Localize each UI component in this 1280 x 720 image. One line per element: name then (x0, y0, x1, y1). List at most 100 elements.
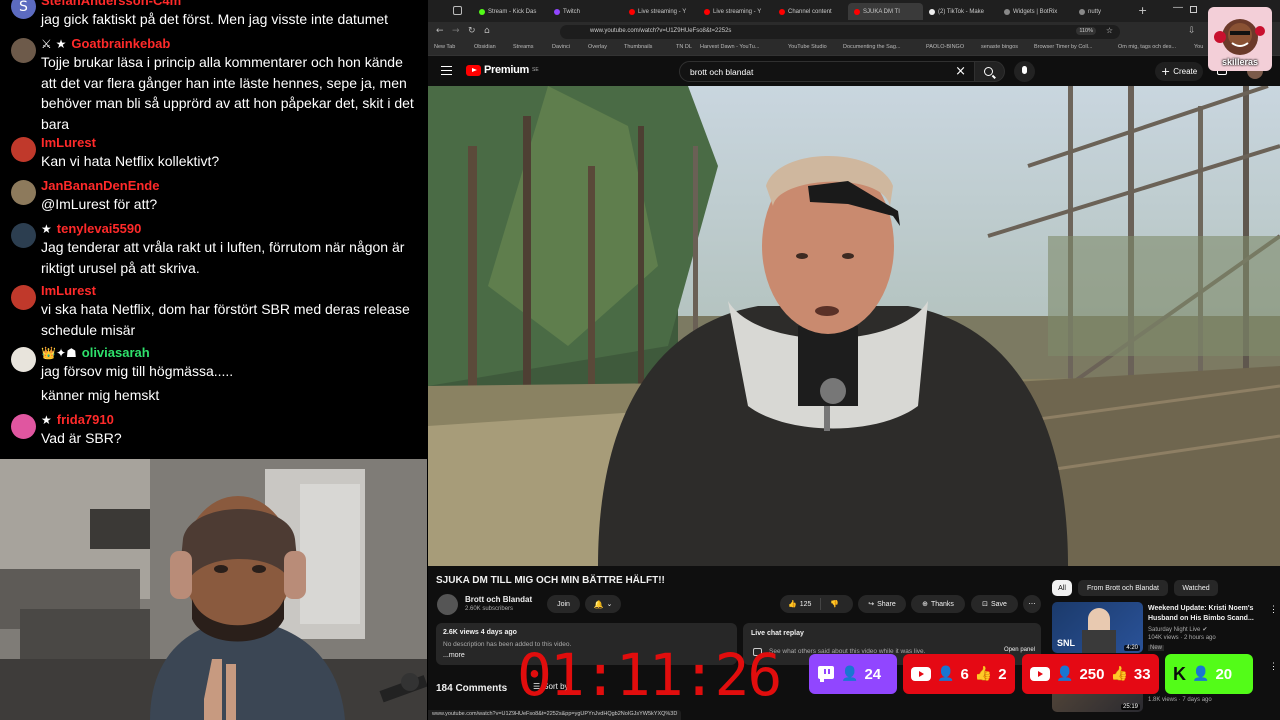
bookmark-item[interactable]: Harvest Dawn - YouTu... (700, 44, 759, 50)
tab-search-icon[interactable] (453, 6, 462, 15)
open-panel-button[interactable]: Open panel (1004, 647, 1035, 653)
chat-badges: 👑✦☗ (41, 346, 77, 360)
dislike-button[interactable]: 👎 (824, 600, 839, 608)
profile-name: skilleras (1221, 57, 1259, 67)
more-icon: ⋯ (1028, 601, 1036, 608)
join-button[interactable]: Join (547, 595, 580, 613)
save-button[interactable]: ⊡ Save (971, 595, 1018, 613)
browser-tab[interactable]: Channel content (773, 3, 848, 20)
recommended-video[interactable]: SNL 4:20 Weekend Update: Kristi Noem's H… (1052, 602, 1280, 654)
youtube-icon (911, 667, 931, 681)
bookmark-item[interactable]: Browser Timer by Coll... (1034, 44, 1092, 50)
chat-username[interactable]: JanBananDenEnde (41, 178, 159, 194)
bookmark-item[interactable]: PAOLO-BINGO (926, 44, 964, 50)
reload-icon[interactable]: ↻ (468, 26, 476, 36)
more-actions-button[interactable]: ⋯ (1023, 595, 1041, 613)
search-input[interactable]: brott och blandat × (679, 61, 975, 82)
verified-icon: ✔ (1202, 626, 1208, 633)
chip-from-channel[interactable]: From Brott och Blandat (1078, 580, 1168, 596)
browser-tab[interactable]: Twitch (548, 3, 623, 20)
thanks-button[interactable]: ⊕ Thanks (911, 595, 965, 613)
new-tab-icon[interactable]: + (1138, 4, 1147, 17)
bookmark-item[interactable]: You (1194, 44, 1203, 50)
chat-username[interactable]: oliviasarah (82, 345, 150, 361)
chat-message-text: vi ska hata Netflix, dom har förstört SB… (41, 301, 410, 338)
viewer-count: 24 (864, 665, 882, 683)
chat-username[interactable]: tenylevai5590 (57, 221, 142, 237)
like-count: 2 (998, 665, 1007, 683)
recommended-meta: 1.8K views · 7 days ago (1148, 697, 1212, 703)
minimize-icon[interactable]: — (1173, 2, 1183, 13)
chat-username[interactable]: ImLurest (41, 135, 96, 151)
chip-watched[interactable]: Watched (1174, 580, 1218, 596)
youtube-logo[interactable]: Premium SE (466, 64, 539, 76)
bookmark-item[interactable]: YouTube Studio (788, 44, 827, 50)
bookmark-item[interactable]: New Tab (434, 44, 455, 50)
search-value: brott och blandat (690, 67, 754, 77)
viewer-count: 20 (1215, 665, 1233, 683)
youtube-viewer-stat: 👤 250 👍 33 (1022, 654, 1159, 694)
logo-text: Premium (484, 64, 529, 76)
bookmark-item[interactable]: senaste bingos (981, 44, 1018, 50)
browser-tab[interactable]: Live streaming - Y (623, 3, 698, 20)
browser-tab-active[interactable]: SJUKA DM TI (848, 3, 923, 20)
twitch-icon (817, 665, 835, 683)
video-frame (428, 86, 1280, 566)
browser-tab[interactable]: Stream - Kick Das (473, 3, 548, 20)
viewer-count: 6 (960, 665, 969, 683)
back-icon[interactable]: ← (436, 26, 444, 36)
chat-message-text: Tojje brukar läsa i princip alla komment… (41, 54, 414, 132)
recommended-more-icon[interactable]: ⋮ (1269, 661, 1278, 672)
microphone-icon (1022, 66, 1027, 74)
youtube-header: Premium SE brott och blandat × + Create (428, 57, 1280, 86)
bookmark-item[interactable]: Overlay (588, 44, 607, 50)
chip-all[interactable]: All (1052, 580, 1072, 596)
home-icon[interactable]: ⌂ (484, 26, 490, 36)
zoom-level[interactable]: 110% (1076, 27, 1096, 35)
voice-search-button[interactable] (1014, 61, 1035, 82)
bookmark-item[interactable]: Documenting the Sag... (843, 44, 900, 50)
viewers-icon: 👤 (937, 666, 955, 682)
video-player[interactable] (428, 86, 1280, 566)
menu-icon[interactable] (441, 66, 452, 75)
bookmark-item[interactable]: TN DL (676, 44, 692, 50)
avatar (11, 137, 36, 162)
webcam-feed (0, 459, 427, 720)
create-button[interactable]: + Create (1155, 62, 1204, 81)
recommended-more-icon[interactable]: ⋮ (1269, 604, 1278, 615)
live-chat-replay-title: Live chat replay (751, 630, 804, 637)
browser-tab[interactable]: Live streaming - Y (698, 3, 773, 20)
bookmark-item[interactable]: Thumbnails (624, 44, 652, 50)
bookmark-item[interactable]: Davinci (552, 44, 570, 50)
share-button[interactable]: ↪ Share (858, 595, 906, 613)
bookmark-star-icon[interactable]: ☆ (1106, 26, 1113, 35)
maximize-icon[interactable] (1190, 6, 1197, 13)
chat-username[interactable]: Goatbrainkebab (71, 36, 170, 52)
screen: S StefanAndersson-C4m jag gick faktiskt … (0, 0, 1280, 720)
browser-tab[interactable]: Widgets | BotRix (998, 3, 1073, 20)
bookmark-item[interactable]: Om mig, tags och des... (1118, 44, 1176, 50)
chat-badges: ★ (41, 413, 52, 427)
like-count: 125 (799, 600, 812, 608)
url-field[interactable]: www.youtube.com/watch?v=U1Z9HUeFso8&t=22… (560, 25, 1120, 39)
chat-message-text: Kan vi hata Netflix kollektivt? (41, 153, 220, 169)
subscribe-bell-button[interactable]: 🔔 ⌄ (585, 595, 621, 613)
search-button[interactable] (975, 61, 1005, 82)
clear-search-icon[interactable]: × (955, 64, 966, 79)
browser-tab[interactable]: (2) TikTok - Make (923, 3, 998, 20)
forward-icon[interactable]: → (452, 26, 460, 36)
chat-username[interactable]: frida7910 (57, 412, 114, 428)
bookmark-item[interactable]: Streams (513, 44, 533, 50)
more-link[interactable]: ...more (443, 652, 465, 659)
download-icon[interactable]: ⇩ (1188, 26, 1196, 36)
bookmark-item[interactable]: Obsidian (474, 44, 496, 50)
browser-tab[interactable]: nutty (1073, 3, 1133, 20)
chat-username[interactable]: StefanAndersson-C4m (41, 0, 181, 9)
like-button[interactable]: 👍 125 (780, 600, 811, 608)
channel-name[interactable]: Brott och Blandat (465, 595, 532, 604)
channel-avatar[interactable] (437, 594, 458, 615)
kick-icon: K (1173, 663, 1186, 684)
viewers-icon: 👤 (1056, 666, 1074, 682)
streamer-profile-badge: skilleras (1208, 7, 1272, 71)
chat-username[interactable]: ImLurest (41, 283, 96, 299)
